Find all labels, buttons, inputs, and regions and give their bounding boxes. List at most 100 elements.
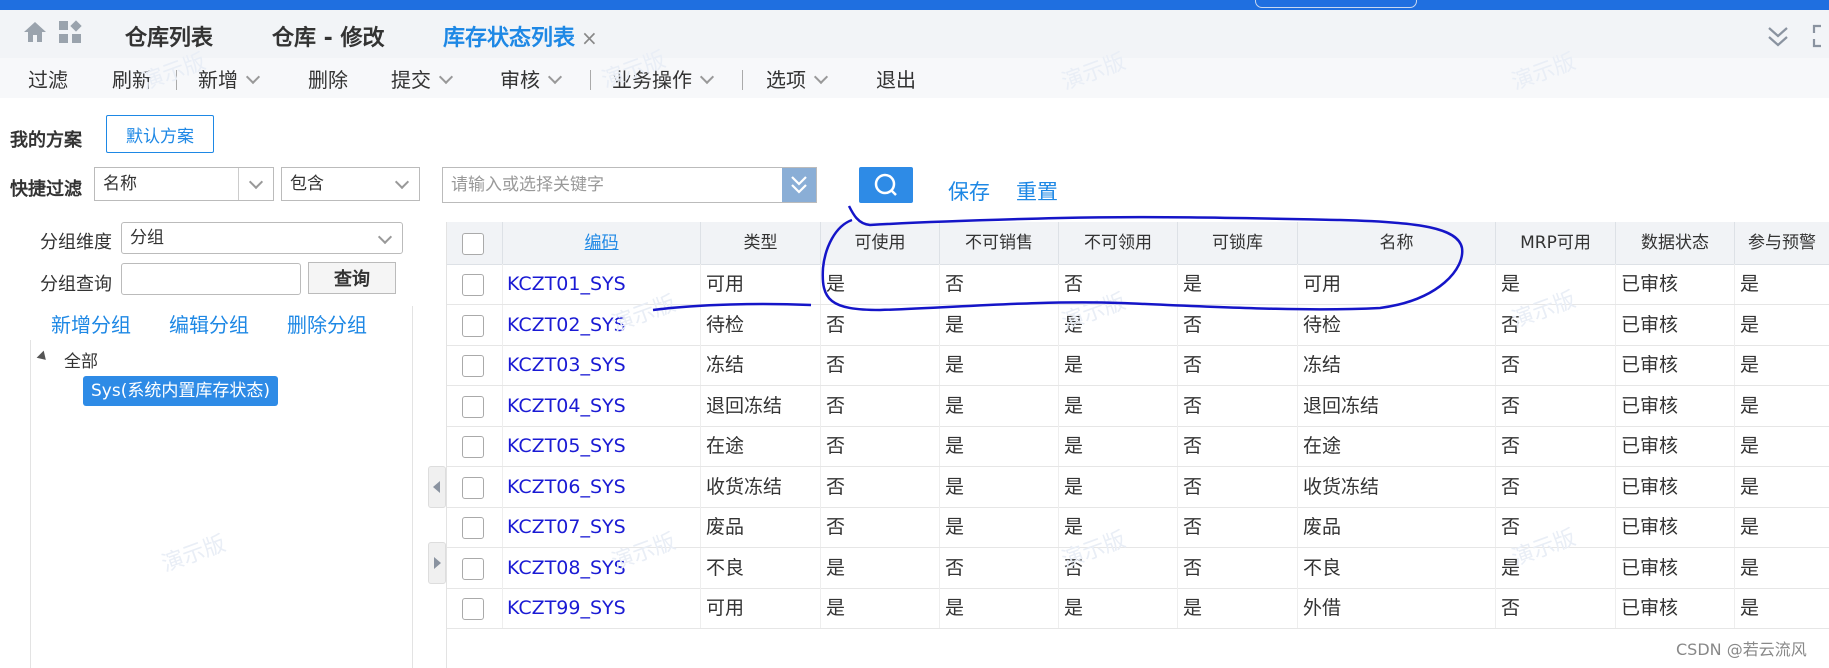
group-query-button[interactable]: 查询 [308, 262, 396, 294]
select-all-checkbox[interactable] [462, 233, 484, 255]
row-checkbox[interactable] [462, 436, 484, 458]
header-no-pick[interactable]: 不可领用 [1059, 222, 1178, 264]
close-tab-icon[interactable]: × [581, 26, 598, 50]
header-usable[interactable]: 可使用 [821, 222, 940, 264]
tab-inventory-status-list[interactable]: 库存状态列表 × [443, 20, 598, 60]
grid-header: 编码 类型 可使用 不可销售 不可领用 可锁库 名称 MRP可用 数据状态 参与… [447, 222, 1829, 265]
add-group-link[interactable]: 新增分组 [51, 309, 131, 338]
cell-data-status: 已审核 [1616, 466, 1735, 507]
cell-type: 废品 [701, 507, 821, 547]
cell-data-status: 已审核 [1616, 304, 1735, 345]
cell-usable: 否 [821, 466, 940, 507]
header-alert[interactable]: 参与预警 [1735, 222, 1829, 264]
cell-no-pick: 是 [1059, 466, 1178, 507]
header-lockable[interactable]: 可锁库 [1178, 222, 1298, 264]
search-button[interactable] [859, 167, 913, 203]
cell-no-sale: 否 [940, 547, 1059, 588]
cell-data-status: 已审核 [1616, 426, 1735, 466]
header-type[interactable]: 类型 [701, 222, 821, 264]
cell-no-pick: 是 [1059, 345, 1178, 385]
cell-code[interactable]: KCZT03_SYS [503, 345, 701, 385]
save-filter-link[interactable]: 保存 [948, 176, 990, 206]
cell-name: 不良 [1298, 547, 1496, 588]
filter-field-select[interactable]: 名称 [94, 167, 274, 201]
chevron-down-icon[interactable] [438, 69, 454, 85]
keyword-search-input[interactable]: 请输入或选择关键字 [442, 167, 817, 203]
header-no-sale[interactable]: 不可销售 [940, 222, 1059, 264]
cell-data-status: 已审核 [1616, 588, 1735, 628]
apps-icon[interactable] [58, 20, 82, 44]
edit-group-link[interactable]: 编辑分组 [169, 309, 249, 338]
cell-mrp: 否 [1496, 588, 1616, 628]
submit-button[interactable]: 提交 [391, 64, 454, 93]
cell-code[interactable]: KCZT06_SYS [503, 466, 701, 507]
tab-warehouse-edit[interactable]: 仓库 - 修改 [272, 20, 384, 52]
header-data-status[interactable]: 数据状态 [1616, 222, 1735, 264]
chevron-down-icon[interactable] [238, 168, 273, 200]
group-query-input[interactable] [121, 263, 301, 295]
cell-lockable: 否 [1178, 426, 1298, 466]
expand-right-handle[interactable] [428, 542, 446, 584]
table-row[interactable]: KCZT06_SYS 收货冻结否是是否收货冻结否已审核是 [447, 466, 1829, 508]
row-checkbox[interactable] [462, 517, 484, 539]
tree-guide [30, 340, 31, 668]
cell-code[interactable]: KCZT99_SYS [503, 588, 701, 628]
chevron-down-icon[interactable] [547, 69, 563, 85]
fullscreen-icon[interactable] [1812, 24, 1829, 48]
row-checkbox[interactable] [462, 314, 484, 337]
row-checkbox[interactable] [462, 557, 484, 580]
double-chevron-icon[interactable] [782, 168, 816, 202]
row-checkbox[interactable] [462, 598, 484, 620]
chevron-down-icon[interactable] [813, 69, 829, 85]
chevron-down-icon[interactable] [368, 223, 402, 253]
tree-node-all[interactable]: 全部 [64, 347, 98, 372]
home-icon[interactable] [22, 20, 48, 44]
cell-lockable: 否 [1178, 304, 1298, 345]
search-icon [874, 173, 897, 196]
top-bar [0, 0, 1829, 10]
chevron-down-icon[interactable] [699, 69, 715, 85]
cell-usable: 否 [821, 507, 940, 547]
cell-type: 待检 [701, 304, 821, 345]
cell-code[interactable]: KCZT05_SYS [503, 426, 701, 466]
options-button[interactable]: 选项 [766, 64, 829, 93]
quick-filter-label: 快捷过滤 [10, 179, 82, 200]
delete-group-link[interactable]: 删除分组 [287, 309, 367, 338]
table-row[interactable]: KCZT04_SYS 退回冻结否是是否退回冻结否已审核是 [447, 385, 1829, 427]
exit-button[interactable]: 退出 [876, 64, 916, 93]
row-checkbox[interactable] [462, 355, 484, 377]
row-checkbox[interactable] [462, 274, 484, 296]
cell-no-pick: 是 [1059, 385, 1178, 426]
table-row[interactable]: KCZT03_SYS 冻结否是是否冻结否已审核是 [447, 345, 1829, 386]
header-code[interactable]: 编码 [503, 222, 701, 264]
tree-node-sys[interactable]: Sys(系统内置库存状态) [83, 376, 278, 406]
cell-lockable: 否 [1178, 345, 1298, 385]
table-row[interactable]: KCZT99_SYS 可用是是是是外借否已审核是 [447, 588, 1829, 629]
cell-no-sale: 是 [940, 426, 1059, 466]
delete-button[interactable]: 删除 [308, 64, 348, 93]
cell-data-status: 已审核 [1616, 264, 1735, 304]
row-checkbox[interactable] [462, 476, 484, 499]
audit-button[interactable]: 审核 [500, 64, 563, 93]
cell-code[interactable]: KCZT04_SYS [503, 385, 701, 426]
cell-lockable: 否 [1178, 385, 1298, 426]
chevron-down-icon[interactable] [385, 168, 419, 200]
cell-no-sale: 是 [940, 466, 1059, 507]
source-credit: CSDN @若云流风 [1676, 640, 1807, 659]
cell-name: 待检 [1298, 304, 1496, 345]
cell-mrp: 否 [1496, 345, 1616, 385]
table-row[interactable]: KCZT05_SYS 在途否是是否在途否已审核是 [447, 426, 1829, 467]
filter-operator-select[interactable]: 包含 [281, 167, 420, 201]
chevron-down-icon[interactable] [245, 69, 261, 85]
group-dimension-select[interactable]: 分组 [121, 222, 403, 254]
header-mrp[interactable]: MRP可用 [1496, 222, 1616, 264]
pane-border [412, 306, 413, 668]
reset-filter-link[interactable]: 重置 [1016, 176, 1058, 206]
collapse-left-handle[interactable] [428, 466, 446, 508]
default-scheme-button[interactable]: 默认方案 [106, 115, 214, 153]
filter-button[interactable]: 过滤 [28, 64, 68, 93]
row-checkbox[interactable] [462, 395, 484, 418]
header-name[interactable]: 名称 [1298, 222, 1496, 264]
cell-lockable: 否 [1178, 507, 1298, 547]
collapse-chevrons-icon[interactable] [1767, 24, 1789, 48]
